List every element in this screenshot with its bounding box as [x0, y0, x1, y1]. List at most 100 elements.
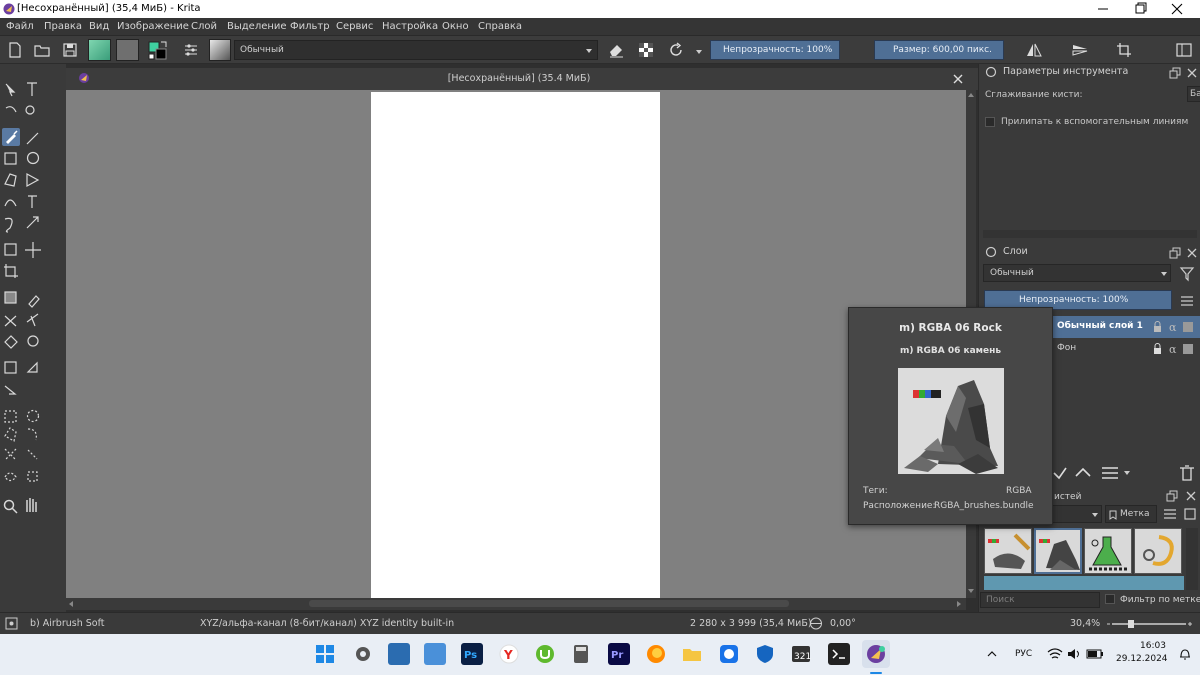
opacity-slider[interactable]: Непрозрачность: 100% — [710, 40, 840, 60]
menu-icon[interactable] — [1180, 294, 1194, 308]
filter-by-tag-checkbox[interactable] — [1105, 594, 1115, 604]
teamviewer-icon[interactable] — [718, 643, 740, 665]
pan-tool[interactable] — [23, 500, 41, 518]
wifi-icon[interactable] — [1047, 647, 1063, 661]
calculator-icon[interactable] — [570, 643, 592, 665]
mirror-vertical-icon[interactable] — [1070, 40, 1090, 60]
preset-tag-select[interactable] — [1052, 505, 1102, 523]
terminal-icon[interactable] — [828, 643, 850, 665]
close-icon[interactable] — [1186, 247, 1198, 259]
clock-time[interactable]: 16:03 — [1140, 641, 1166, 651]
brush-preview-icon[interactable] — [5, 617, 18, 630]
layer-state-icons[interactable]: α — [1152, 343, 1198, 355]
brush-settings-icon[interactable] — [181, 40, 201, 60]
text-tool[interactable] — [23, 80, 41, 98]
tag-button[interactable]: Метка — [1105, 505, 1157, 523]
smoothing-select[interactable]: Ба — [1187, 86, 1200, 102]
menu-file[interactable]: Файл — [6, 21, 34, 32]
brush-preset-thumbnail[interactable] — [1034, 528, 1082, 574]
select-shapes-tool[interactable] — [2, 80, 20, 98]
brush-preset-icon[interactable] — [209, 39, 231, 61]
chevron-down-icon[interactable] — [695, 48, 703, 56]
canvas-paper[interactable] — [371, 92, 660, 598]
calendar-app-icon[interactable]: 321 — [790, 643, 812, 665]
mirror-horizontal-icon[interactable] — [1024, 40, 1044, 60]
layer-row[interactable]: Фон α — [1052, 338, 1200, 360]
view-mode-icon[interactable] — [1163, 507, 1177, 521]
menu-settings[interactable]: Настройка — [382, 21, 438, 32]
image-viewer-icon[interactable] — [424, 643, 446, 665]
menu-edit[interactable]: Правка — [44, 21, 82, 32]
menu-help[interactable]: Справка — [478, 21, 522, 32]
snap-checkbox[interactable] — [985, 117, 995, 127]
ellipse-tool[interactable] — [23, 150, 41, 168]
blend-mode-select[interactable]: Обычный — [234, 40, 598, 60]
menu-select[interactable]: Выделение — [227, 21, 287, 32]
start-menu-icon[interactable] — [314, 643, 336, 665]
color-picker-tool[interactable] — [23, 290, 41, 308]
close-window-button[interactable] — [1154, 0, 1200, 18]
gradient-tool[interactable] — [2, 290, 20, 308]
premiere-pro-icon[interactable]: Pr — [608, 643, 630, 665]
zoom-slider[interactable] — [1106, 619, 1192, 629]
utorrent-icon[interactable] — [534, 643, 556, 665]
horizontal-scrollbar[interactable] — [66, 598, 966, 610]
brush-preset-thumbnail[interactable] — [1084, 528, 1132, 574]
menu-view[interactable]: Вид — [89, 21, 109, 32]
layer-action-icons[interactable] — [1052, 462, 1200, 484]
reload-preset-icon[interactable] — [666, 40, 686, 60]
firefox-icon[interactable] — [645, 643, 667, 665]
float-icon[interactable] — [1169, 67, 1181, 79]
menu-image[interactable]: Изображение — [117, 21, 189, 32]
wrap-around-icon[interactable] — [1114, 40, 1134, 60]
close-icon[interactable] — [1185, 490, 1197, 502]
horizontal-scroll-thumb[interactable] — [309, 600, 789, 607]
transform-tool[interactable] — [2, 242, 20, 260]
rotation-icon[interactable] — [806, 617, 826, 630]
filter-icon[interactable] — [1179, 266, 1195, 282]
open-folder-icon[interactable] — [32, 40, 52, 60]
chevron-up-icon[interactable] — [986, 648, 998, 660]
layer-state-icons[interactable]: α — [1152, 321, 1198, 333]
krita-taskbar-icon[interactable] — [862, 640, 890, 668]
gradient-pattern-swatch[interactable] — [88, 39, 111, 61]
preset-scrollbar[interactable] — [1186, 528, 1198, 590]
pattern-swatch[interactable] — [116, 39, 139, 61]
brush-preset-thumbnail[interactable] — [984, 528, 1032, 574]
control-panel-icon[interactable] — [388, 643, 410, 665]
rectangle-tool[interactable] — [2, 150, 20, 168]
fill-tool[interactable] — [2, 334, 20, 352]
eraser-icon[interactable] — [606, 40, 626, 60]
menu-window[interactable]: Окно — [442, 21, 469, 32]
color-swatches-icon[interactable] — [147, 40, 167, 60]
preserve-alpha-icon[interactable] — [636, 40, 656, 60]
tool-options-scrollbar[interactable] — [983, 230, 1197, 238]
freehand-brush-tool[interactable] — [2, 128, 20, 146]
photoshop-icon[interactable]: Ps — [461, 643, 483, 665]
workspace-icon[interactable] — [1174, 40, 1194, 60]
float-icon[interactable] — [1169, 247, 1181, 259]
close-document-icon[interactable] — [952, 73, 964, 85]
move-tool[interactable] — [23, 242, 41, 260]
document-tab[interactable]: [Несохранённый] (35.4 МиБ) — [66, 68, 978, 90]
settings-icon[interactable] — [1183, 507, 1197, 521]
file-explorer-icon[interactable] — [681, 643, 703, 665]
volume-icon[interactable] — [1066, 647, 1082, 661]
float-icon[interactable] — [1166, 490, 1178, 502]
notification-bell-icon[interactable] — [1178, 647, 1192, 661]
save-icon[interactable] — [60, 40, 80, 60]
menu-filter[interactable]: Фильтр — [290, 21, 330, 32]
brush-preset-thumbnail[interactable] — [1134, 528, 1182, 574]
clock-date[interactable]: 29.12.2024 — [1116, 654, 1168, 664]
defender-shield-icon[interactable] — [754, 643, 776, 665]
brush-size-slider[interactable]: Размер: 600,00 пикс. — [874, 40, 1004, 60]
layer-blend-mode-select[interactable]: Обычный — [983, 264, 1171, 282]
language-indicator[interactable]: РУС — [1015, 649, 1032, 659]
zoom-tool[interactable] — [2, 500, 20, 518]
crop-tool[interactable] — [2, 264, 20, 282]
close-icon[interactable] — [1186, 67, 1198, 79]
preset-row-partial[interactable] — [984, 576, 1184, 590]
new-document-icon[interactable] — [5, 40, 25, 60]
layer-row[interactable]: Обычный слой 1 α — [1052, 316, 1200, 338]
menu-tools[interactable]: Сервис — [336, 21, 373, 32]
